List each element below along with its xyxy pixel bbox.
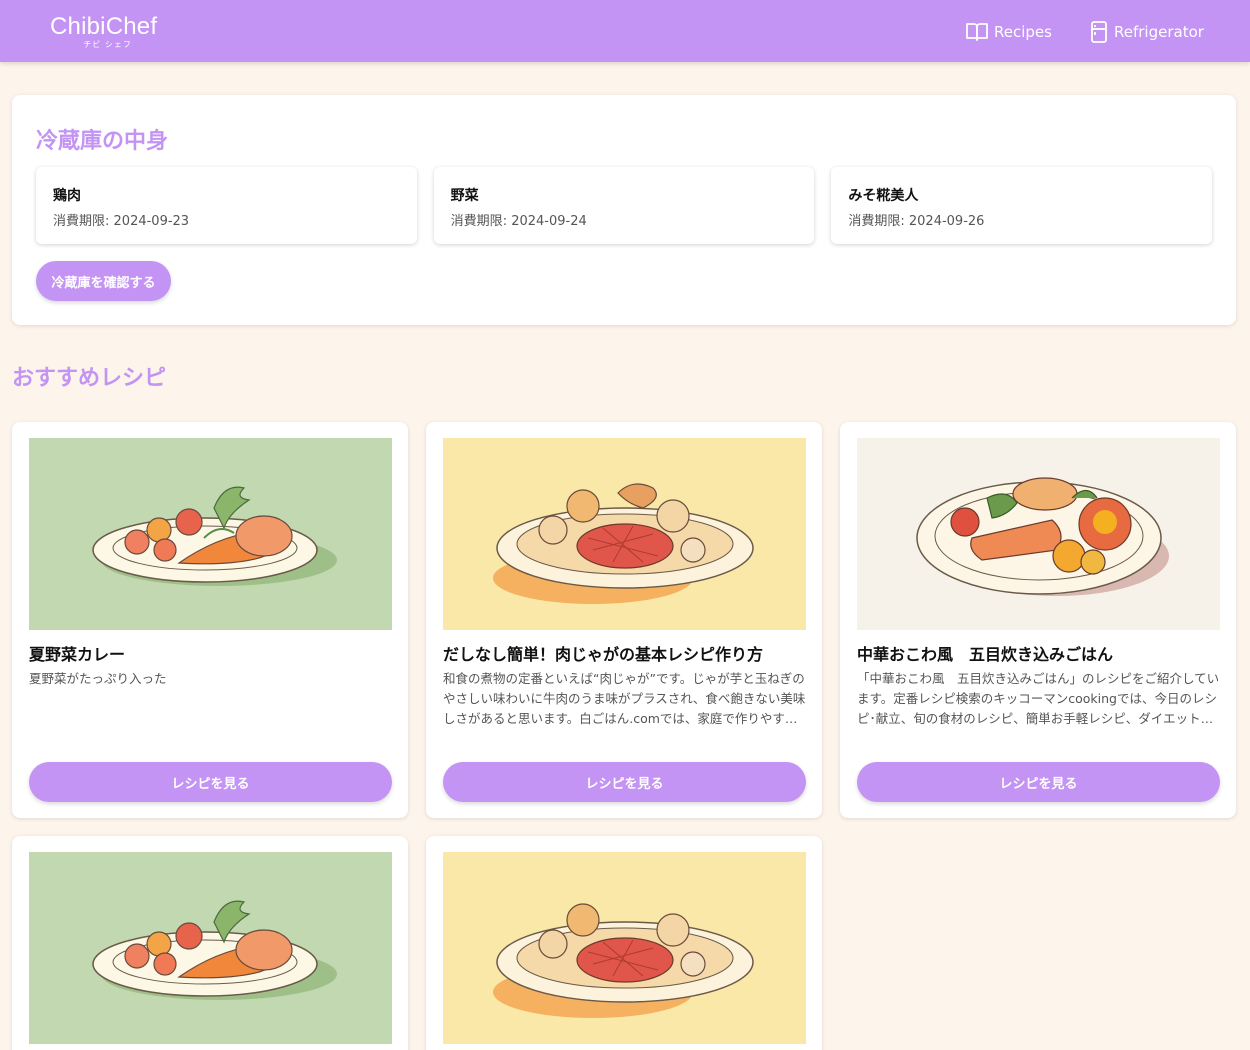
recipe-title: 夏野菜カレー xyxy=(29,645,126,664)
recipe-image xyxy=(29,852,392,1044)
fridge-item[interactable]: 鶏肉 消費期限2024-09-23 xyxy=(36,167,417,244)
fridge-icon xyxy=(1091,21,1107,43)
view-recipe-button[interactable]: レシピを見る xyxy=(857,762,1220,802)
fridge-item-expiry: 消費期限2024-09-24 xyxy=(451,210,798,229)
fridge-item-name: みそ糀美人 xyxy=(848,188,919,204)
recipe-title: 中華おこわ風 五目炊き込みごはん xyxy=(857,645,1114,664)
recipe-card[interactable] xyxy=(12,836,408,1050)
fridge-item[interactable]: みそ糀美人 消費期限2024-09-26 xyxy=(831,167,1213,244)
recipe-image xyxy=(443,852,806,1044)
nav-recipes[interactable]: Recipes xyxy=(966,19,1052,45)
fridge-item[interactable]: 野菜 消費期限2024-09-24 xyxy=(433,167,815,244)
expiry-label: 消費期限 xyxy=(451,214,512,229)
expiry-label: 消費期限 xyxy=(848,214,909,229)
recipe-description: 夏野菜がたっぷり入った xyxy=(29,671,167,686)
nav-refrigerator[interactable]: Refrigerator xyxy=(1090,19,1204,45)
recipe-image xyxy=(857,438,1220,630)
view-recipe-button[interactable]: レシピを見る xyxy=(29,762,392,802)
expiry-date: 2024-09-26 xyxy=(908,214,985,229)
logo-subtitle: チビ シェフ xyxy=(83,40,132,49)
fridge-contents-panel: 冷蔵庫の中身 鶏肉 消費期限2024-09-23 野菜 消費期限2024-09-… xyxy=(12,95,1236,325)
view-recipe-button[interactable]: レシピを見る xyxy=(443,762,806,802)
fridge-item-expiry: 消費期限2024-09-26 xyxy=(848,210,1195,229)
recipe-card[interactable]: 中華おこわ風 五目炊き込みごはん 「中華おこわ風 五目炊き込みごはん」のレシピを… xyxy=(840,422,1236,818)
recipe-card[interactable]: 夏野菜カレー 夏野菜がたっぷり入った レシピを見る xyxy=(12,422,408,818)
top-nav-bar: ChibiChef チビ シェフ Recipes Refrigerator xyxy=(0,0,1250,62)
expiry-date: 2024-09-23 xyxy=(113,214,190,229)
check-fridge-button[interactable]: 冷蔵庫を確認する xyxy=(36,261,171,301)
recommended-recipes-title: おすすめレシピ xyxy=(12,366,167,391)
fridge-item-name: 野菜 xyxy=(450,188,479,204)
book-icon xyxy=(966,23,988,41)
nav-refrigerator-label: Refrigerator xyxy=(1114,23,1204,41)
nav-recipes-label: Recipes xyxy=(994,23,1052,41)
fridge-item-expiry: 消費期限2024-09-23 xyxy=(53,210,400,229)
expiry-label: 消費期限 xyxy=(53,214,114,229)
recipe-card[interactable] xyxy=(426,836,822,1050)
fridge-item-name: 鶏肉 xyxy=(53,188,81,204)
fridge-section-title: 冷蔵庫の中身 xyxy=(36,129,169,154)
recipe-card[interactable]: だしなし簡単！肉じゃがの基本レシピ作り方 和食の煮物の定番といえば“肉じゃが”で… xyxy=(426,422,822,818)
app-logo[interactable]: ChibiChef チビ シェフ xyxy=(50,14,157,50)
fridge-item-list: 鶏肉 消費期限2024-09-23 野菜 消費期限2024-09-24 みそ糀美… xyxy=(36,167,1213,244)
recipe-title: だしなし簡単！肉じゃがの基本レシピ作り方 xyxy=(443,645,764,664)
logo-text: ChibiChef xyxy=(50,13,158,40)
recipe-image xyxy=(443,438,806,630)
recipe-description: 「中華おこわ風 五目炊き込みごはん」のレシピをご紹介しています。定番レシピ検索の… xyxy=(857,671,1220,726)
recipe-image xyxy=(29,438,392,630)
recipe-description: 和食の煮物の定番といえば“肉じゃが”です。じゃが芋と玉ねぎのやさしい味わいに牛肉… xyxy=(443,671,806,726)
expiry-date: 2024-09-24 xyxy=(511,214,587,229)
